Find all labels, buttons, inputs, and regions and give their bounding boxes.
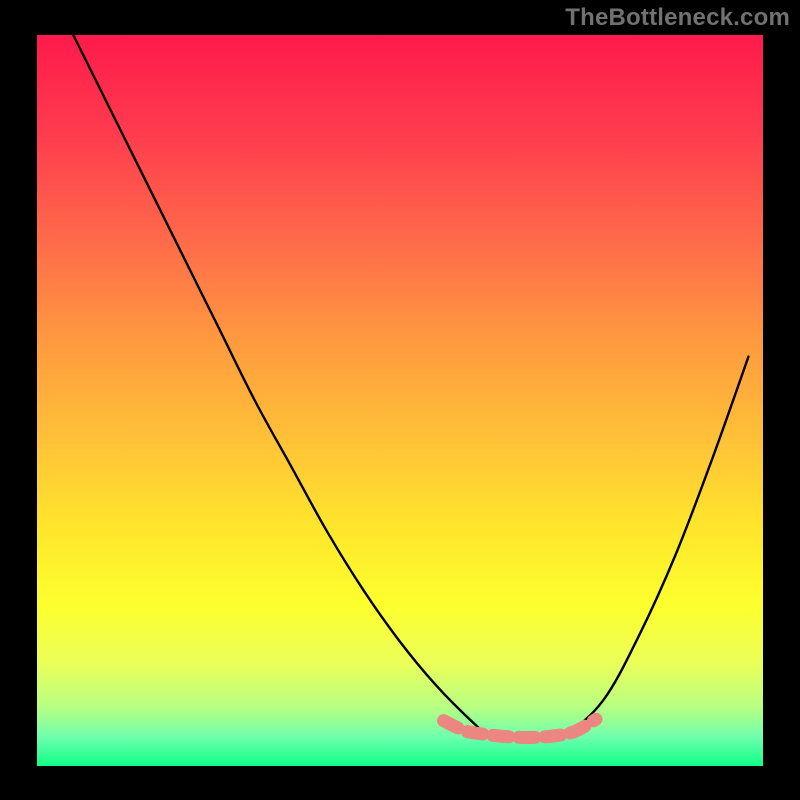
chart-svg bbox=[0, 0, 800, 800]
watermark-text: TheBottleneck.com bbox=[565, 4, 790, 32]
plot-background bbox=[37, 35, 763, 766]
chart-frame: { "watermark": "TheBottleneck.com", "cha… bbox=[0, 0, 800, 800]
